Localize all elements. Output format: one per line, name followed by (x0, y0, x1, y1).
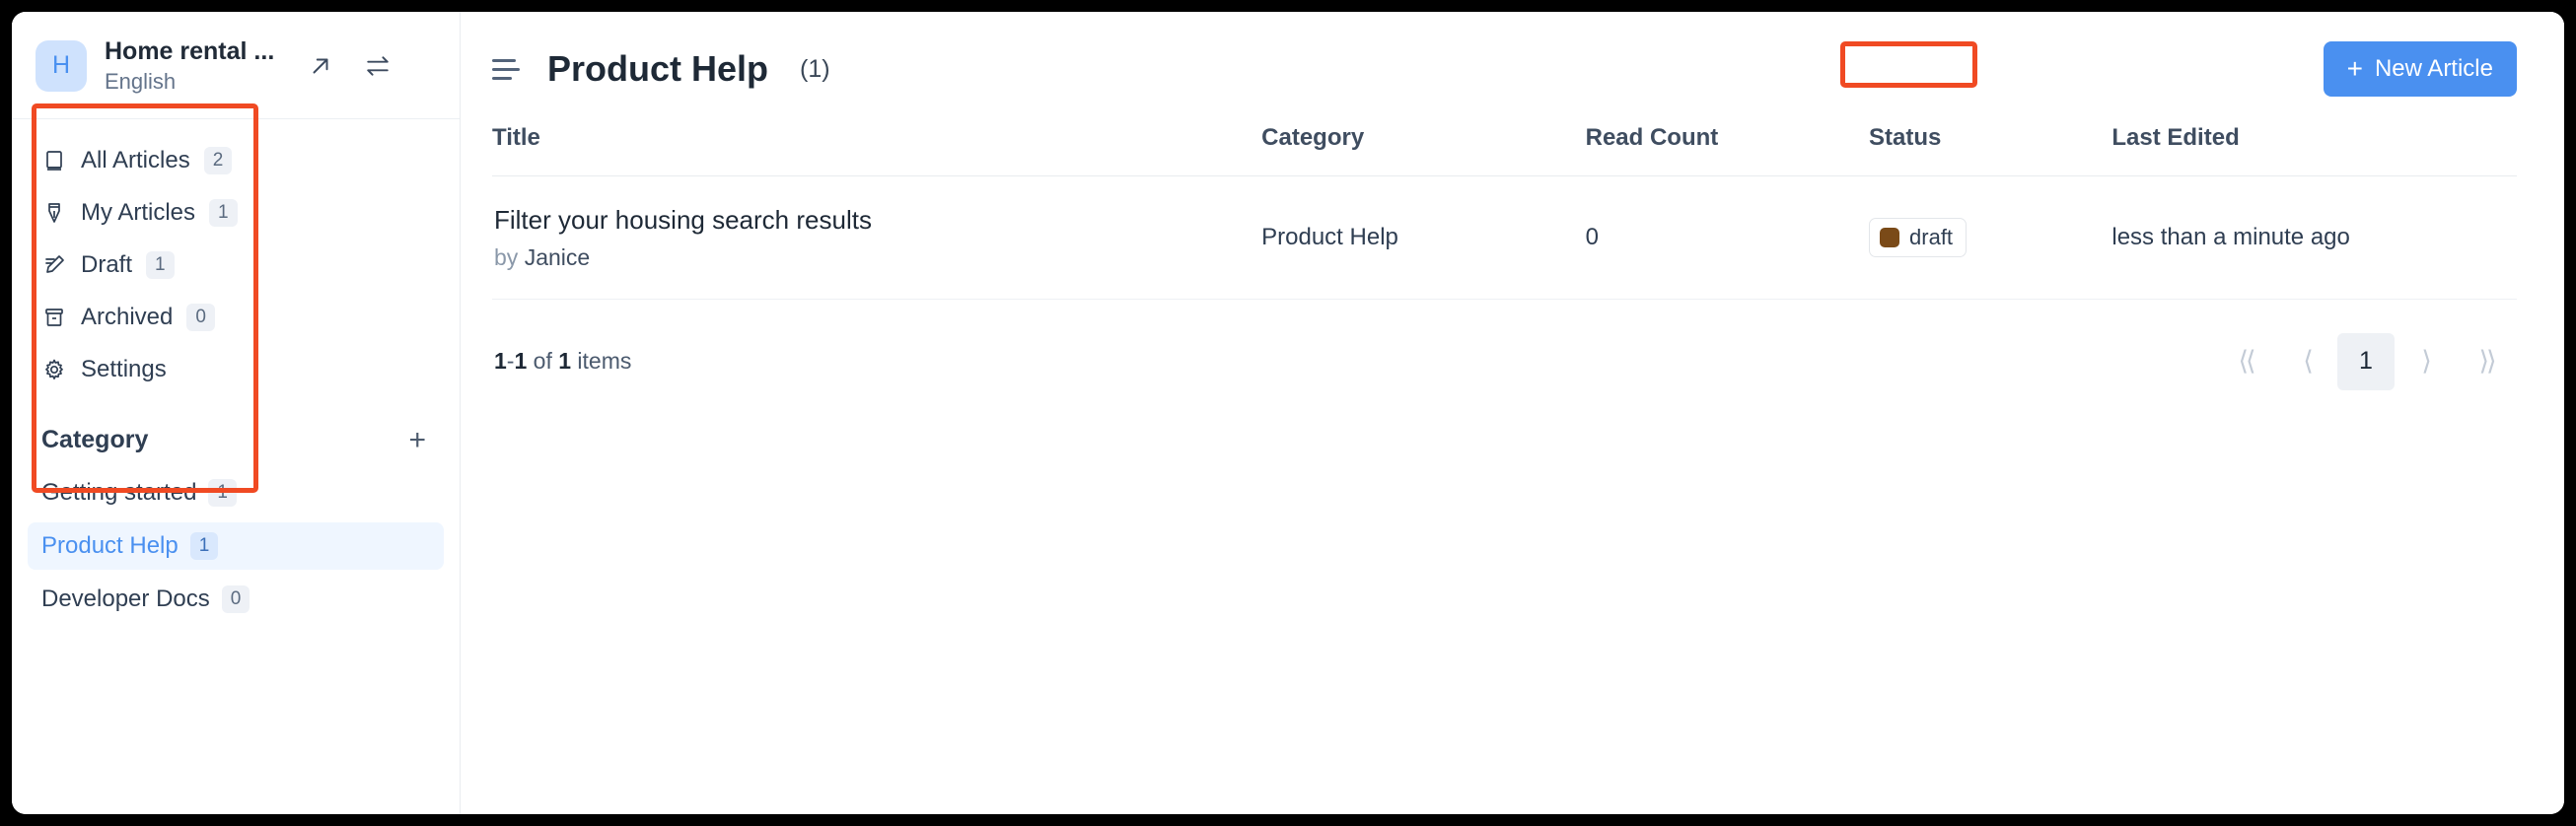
article-category: Product Help (1261, 223, 1398, 250)
main-content: Product Help (1) + New Article Title Cat… (461, 12, 2564, 814)
pencil-lines-icon (41, 252, 67, 278)
pagination-first-button[interactable]: ⟨⟨ (2215, 333, 2276, 390)
new-article-label: New Article (2374, 55, 2493, 82)
of-text: of (533, 348, 552, 374)
pagination: ⟨⟨ ⟨ 1 ⟩ ⟩⟩ (2215, 332, 2517, 390)
by-prefix: by (494, 243, 519, 270)
gear-icon (41, 357, 67, 382)
cell-category: Product Help (1261, 175, 1586, 300)
article-author: by Janice (492, 244, 1261, 271)
category-item-label: Product Help (41, 531, 179, 559)
sidebar-item-all-articles[interactable]: All Articles 2 (28, 137, 444, 184)
pagination-page-1-button[interactable]: 1 (2337, 332, 2395, 390)
total-count: 1 (558, 348, 572, 374)
category-item-getting-started[interactable]: Getting started 1 (28, 469, 444, 516)
column-header-category[interactable]: Category (1261, 118, 1586, 176)
sidebar-item-count: 0 (186, 303, 215, 332)
pagination-next-button[interactable]: ⟩ (2395, 333, 2456, 390)
hamburger-menu-icon[interactable] (492, 54, 522, 84)
status-dot-icon (1880, 227, 1900, 247)
annotation-box-new-article (1840, 41, 1977, 88)
sidebar-item-label: My Articles (81, 198, 196, 226)
book-icon (41, 148, 67, 173)
article-last-edited: less than a minute ago (2111, 223, 2350, 250)
table-row[interactable]: Filter your housing search results by Ja… (492, 175, 2517, 300)
category-item-count: 1 (189, 531, 219, 561)
category-item-product-help[interactable]: Product Help 1 (28, 521, 444, 570)
workspace-header[interactable]: H Home rental ... English (12, 12, 460, 118)
article-title-link[interactable]: Filter your housing search results (492, 204, 1261, 237)
workspace-language: English (105, 68, 177, 94)
table-body: Filter your housing search results by Ja… (492, 175, 2517, 300)
category-item-label: Getting started (41, 478, 197, 506)
range-start: 1 (494, 348, 507, 374)
article-read-count: 0 (1585, 223, 1599, 250)
category-item-count: 0 (221, 585, 250, 614)
cell-status: draft (1869, 175, 2112, 300)
sidebar-item-count: 2 (203, 146, 233, 175)
category-item-label: Developer Docs (41, 585, 210, 612)
status-badge[interactable]: draft (1869, 217, 1968, 257)
pagination-last-button[interactable]: ⟩⟩ (2456, 333, 2517, 390)
new-article-button[interactable]: + New Article (2323, 41, 2517, 97)
sidebar-item-draft[interactable]: Draft 1 (28, 241, 444, 289)
status-label: draft (1909, 224, 1954, 249)
add-category-button[interactable]: + (404, 425, 430, 455)
column-header-status[interactable]: Status (1869, 118, 2112, 176)
sidebar-item-settings[interactable]: Settings (28, 346, 444, 393)
app-window: H Home rental ... English All Articles 2… (12, 12, 2564, 814)
category-item-developer-docs[interactable]: Developer Docs 0 (28, 576, 444, 623)
articles-table: Title Category Read Count Status Last Ed… (492, 118, 2517, 300)
sidebar-item-my-articles[interactable]: My Articles 1 (28, 189, 444, 237)
author-name: Janice (524, 243, 591, 270)
sidebar-item-label: Archived (81, 303, 174, 330)
category-item-count: 1 (208, 478, 237, 508)
sidebar-item-label: Settings (81, 355, 167, 382)
category-list: Getting started 1 Product Help 1 Develop… (12, 463, 460, 623)
sidebar-nav: All Articles 2 My Articles 1 Draft 1 Arc… (12, 119, 460, 393)
column-header-read-count[interactable]: Read Count (1585, 118, 1870, 176)
sidebar-item-label: All Articles (81, 146, 190, 173)
table-head: Title Category Read Count Status Last Ed… (492, 118, 2517, 176)
switch-arrows-icon[interactable] (363, 51, 393, 81)
category-section-header: Category + (12, 398, 460, 463)
cell-last-edited: less than a minute ago (2111, 175, 2517, 300)
cell-title: Filter your housing search results by Ja… (492, 175, 1262, 300)
column-header-last-edited[interactable]: Last Edited (2111, 118, 2517, 176)
sidebar-item-label: Draft (81, 250, 133, 278)
category-title: Category (41, 426, 149, 454)
items-range-info: 1-1 of 1 items (494, 348, 631, 375)
sidebar-item-count: 1 (146, 250, 175, 280)
plus-icon: + (2346, 53, 2363, 84)
items-text: items (577, 348, 632, 374)
articles-table-wrapper: Title Category Read Count Status Last Ed… (461, 118, 2564, 300)
page-title: Product Help (547, 48, 769, 89)
pen-nib-icon (41, 200, 67, 226)
workspace-name: Home rental ... (105, 37, 275, 65)
sidebar: H Home rental ... English All Articles 2… (12, 12, 461, 814)
page-item-count: (1) (800, 54, 830, 83)
table-footer: 1-1 of 1 items ⟨⟨ ⟨ 1 ⟩ ⟩⟩ (461, 300, 2564, 390)
column-header-title[interactable]: Title (492, 118, 1262, 176)
archive-box-icon (41, 305, 67, 330)
range-end: 1 (514, 348, 528, 374)
arrow-up-right-icon[interactable] (306, 51, 335, 81)
sidebar-item-archived[interactable]: Archived 0 (28, 294, 444, 341)
main-header: Product Help (1) + New Article (461, 12, 2564, 118)
pagination-prev-button[interactable]: ⟨ (2276, 333, 2337, 390)
cell-read-count: 0 (1585, 175, 1870, 300)
table-header-row: Title Category Read Count Status Last Ed… (492, 118, 2517, 176)
avatar: H (36, 39, 87, 92)
sidebar-item-count: 1 (209, 198, 238, 228)
